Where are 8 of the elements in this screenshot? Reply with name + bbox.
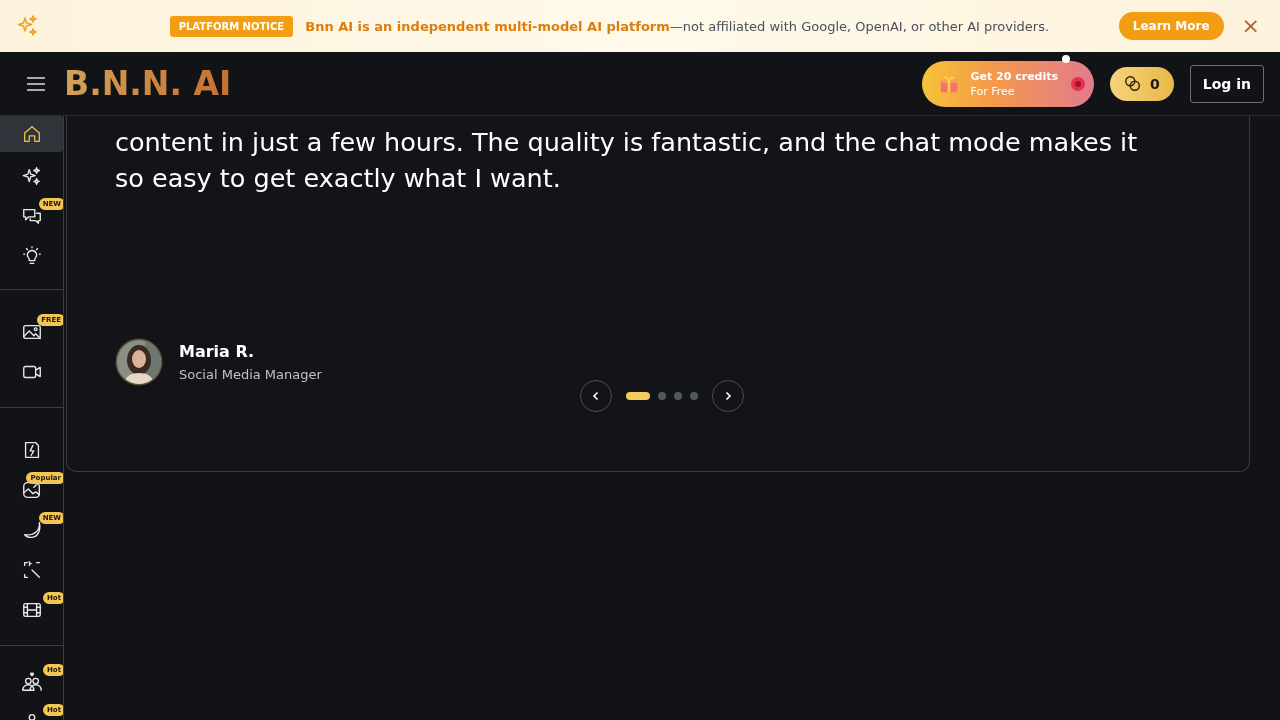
testimonial-quote: content in just a few hours. The quality is fantastic, and the chat mode makes it so easy to get exactly what I want. [115, 126, 1139, 195]
author-name: Maria R. [179, 342, 256, 361]
login-button[interactable]: Log in [1189, 64, 1264, 103]
notice-message: Bnn AI is an independent multi-model AI platform—not affiliated with Google, OpenAI, or other AI providers. [305, 18, 1050, 34]
author-role: Social Media Manager [179, 367, 322, 382]
notice-badge: PLATFORM NOTICE [169, 15, 294, 37]
credits-button[interactable]: 0 [1110, 66, 1174, 101]
close-button[interactable]: × [1237, 15, 1264, 37]
